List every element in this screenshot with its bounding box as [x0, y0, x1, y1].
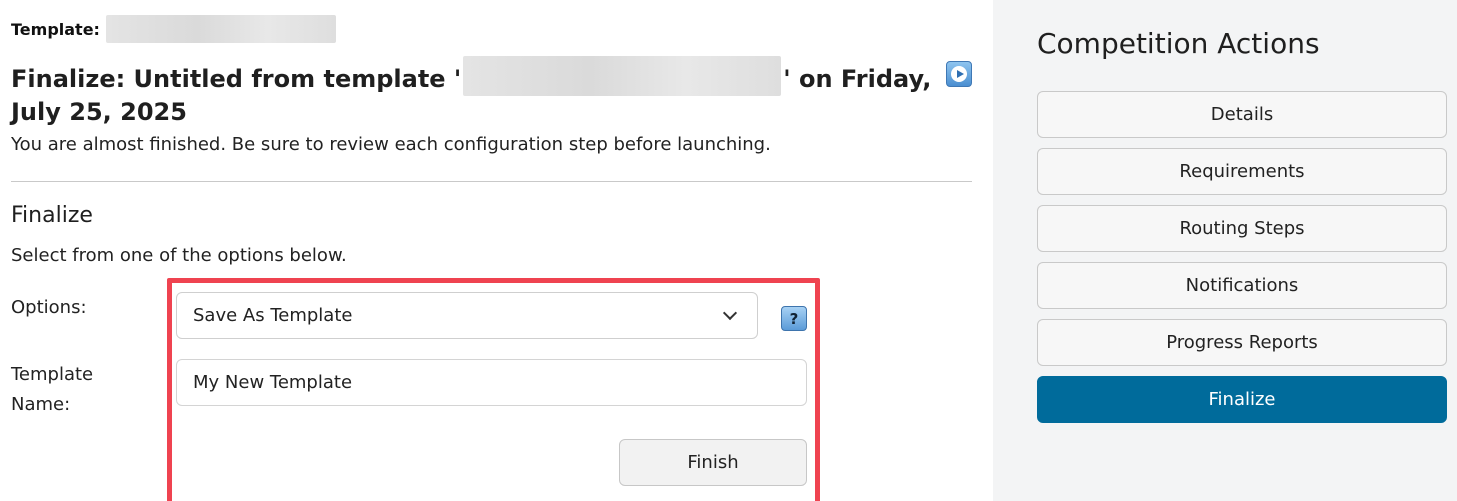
- sidebar: Competition Actions Details Requirements…: [993, 0, 1457, 501]
- action-notifications-button[interactable]: Notifications: [1037, 262, 1447, 309]
- chevron-down-icon: [722, 305, 738, 321]
- play-video-icon[interactable]: [946, 61, 972, 87]
- finish-button[interactable]: Finish: [619, 439, 807, 486]
- template-name-input[interactable]: [176, 359, 807, 406]
- options-selected-value: Save As Template: [193, 305, 353, 326]
- action-requirements-button[interactable]: Requirements: [1037, 148, 1447, 195]
- action-finalize-button[interactable]: Finalize: [1037, 376, 1447, 423]
- main-content: Template: Finalize: Untitled from templa…: [0, 0, 993, 501]
- redacted-template-title: [463, 56, 782, 96]
- play-triangle: [956, 70, 964, 78]
- action-routing-steps-button[interactable]: Routing Steps: [1037, 205, 1447, 252]
- divider: [11, 181, 972, 182]
- section-title: Finalize: [11, 203, 93, 228]
- intro-text: You are almost finished. Be sure to revi…: [11, 134, 771, 155]
- play-circle: [951, 66, 967, 82]
- redacted-template-name: [105, 15, 336, 43]
- sidebar-title: Competition Actions: [1037, 27, 1320, 60]
- action-details-button[interactable]: Details: [1037, 91, 1447, 138]
- template-row: Template:: [11, 14, 336, 44]
- template-name-label: Template Name:: [11, 364, 94, 415]
- action-progress-reports-button[interactable]: Progress Reports: [1037, 319, 1447, 366]
- title-prefix: Finalize: Untitled from template ': [11, 65, 462, 93]
- options-label: Options:: [11, 297, 87, 318]
- template-label: Template:: [11, 19, 100, 39]
- page-title: Finalize: Untitled from template ' ' on F…: [11, 56, 941, 129]
- page: Template: Finalize: Untitled from templa…: [0, 0, 1457, 501]
- options-select[interactable]: Save As Template: [176, 292, 758, 339]
- help-icon[interactable]: ?: [781, 306, 807, 331]
- section-instructions: Select from one of the options below.: [11, 245, 347, 266]
